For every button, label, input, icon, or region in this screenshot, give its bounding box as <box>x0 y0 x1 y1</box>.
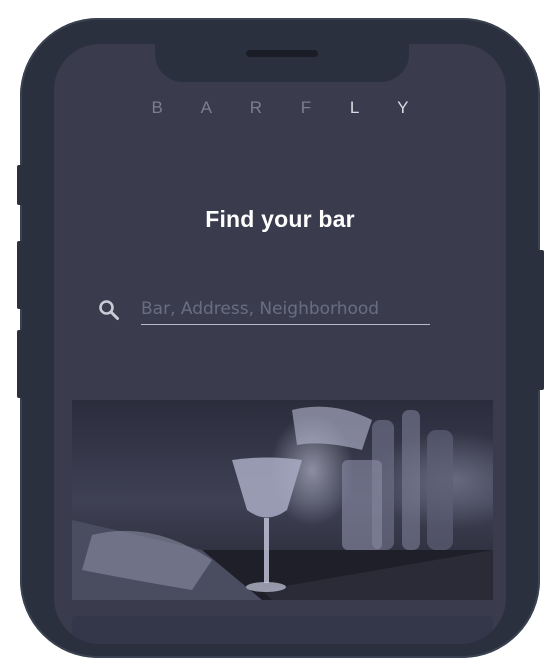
brand-logo-dim-letters: B A R F <box>151 98 329 117</box>
page-title: Find your bar <box>205 206 355 232</box>
brand-logo: B A R F L Y <box>54 98 506 118</box>
notch <box>155 44 409 82</box>
secondary-image-card[interactable] <box>72 616 493 644</box>
volume-up-button <box>17 241 23 309</box>
search-input[interactable] <box>141 294 430 325</box>
phone-screen: B A R F L Y Find your bar <box>54 44 506 644</box>
hero-illustration <box>72 406 493 600</box>
volume-down-button <box>17 330 23 398</box>
search-bar <box>98 294 434 328</box>
search-icon <box>98 299 120 321</box>
power-button <box>537 250 544 390</box>
brand-logo-lit-letters: L Y <box>349 98 426 117</box>
mute-switch <box>17 165 23 205</box>
hero-image-cocktail[interactable] <box>72 400 493 600</box>
speaker-grille <box>246 50 318 57</box>
